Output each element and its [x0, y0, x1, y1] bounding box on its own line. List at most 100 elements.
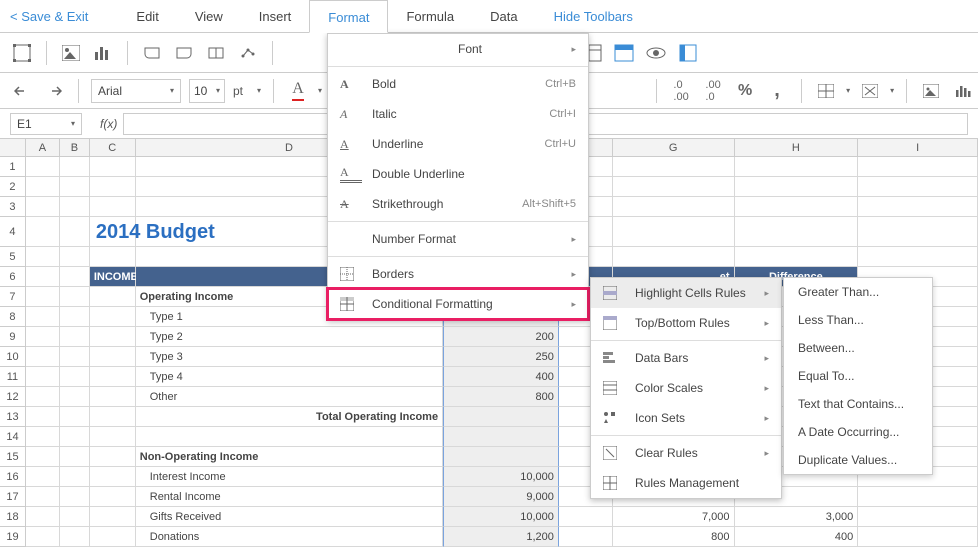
- menu-data[interactable]: Data: [472, 0, 535, 33]
- font-family-select[interactable]: Arial▾: [91, 79, 181, 103]
- hl-less-than[interactable]: Less Than...: [784, 306, 932, 334]
- cell[interactable]: Interest Income: [136, 467, 443, 487]
- row-header[interactable]: 3: [0, 197, 26, 217]
- cell[interactable]: Donations: [136, 527, 443, 547]
- hl-equal-to[interactable]: Equal To...: [784, 362, 932, 390]
- decimal-add-icon[interactable]: .0.00: [669, 79, 693, 103]
- cell[interactable]: [60, 467, 90, 487]
- cell[interactable]: [60, 287, 90, 307]
- hl-duplicate-values[interactable]: Duplicate Values...: [784, 446, 932, 474]
- cell[interactable]: [90, 507, 136, 527]
- cell[interactable]: [26, 307, 60, 327]
- cell[interactable]: [60, 507, 90, 527]
- cell[interactable]: [559, 527, 613, 547]
- cell[interactable]: 10,000: [443, 467, 559, 487]
- cf-highlight-rules[interactable]: Highlight Cells Rules▸: [591, 278, 781, 308]
- cell[interactable]: [559, 507, 613, 527]
- cell[interactable]: [60, 347, 90, 367]
- cell[interactable]: Gifts Received: [136, 507, 443, 527]
- cell[interactable]: 3,000: [735, 507, 859, 527]
- cf-icon-sets[interactable]: Icon Sets▸: [591, 403, 781, 433]
- merge-right-icon[interactable]: [172, 41, 196, 65]
- cell[interactable]: [90, 467, 136, 487]
- cell[interactable]: [858, 157, 978, 177]
- row-header[interactable]: 7: [0, 287, 26, 307]
- image-icon[interactable]: [59, 41, 83, 65]
- menu-borders[interactable]: Borders▸: [328, 259, 588, 289]
- row-header[interactable]: 11: [0, 367, 26, 387]
- sparkline-icon[interactable]: [236, 41, 260, 65]
- cell[interactable]: [60, 307, 90, 327]
- cell[interactable]: [90, 527, 136, 547]
- cell[interactable]: [26, 177, 60, 197]
- cell[interactable]: 400: [443, 367, 559, 387]
- cell[interactable]: 400: [735, 527, 859, 547]
- cell[interactable]: [858, 507, 978, 527]
- cell[interactable]: [735, 157, 859, 177]
- row-header[interactable]: 13: [0, 407, 26, 427]
- row-header[interactable]: 1: [0, 157, 26, 177]
- row-header[interactable]: 9: [0, 327, 26, 347]
- cell[interactable]: Other: [136, 387, 443, 407]
- row-header[interactable]: 16: [0, 467, 26, 487]
- font-size-select[interactable]: 10▾: [189, 79, 225, 103]
- cell[interactable]: [60, 427, 90, 447]
- cell[interactable]: [735, 197, 859, 217]
- menu-number-format[interactable]: Number Format▸: [328, 224, 588, 254]
- cell[interactable]: [90, 487, 136, 507]
- cf-color-scales[interactable]: Color Scales▸: [591, 373, 781, 403]
- cell[interactable]: [26, 157, 60, 177]
- merge-center-icon[interactable]: [204, 41, 228, 65]
- cell[interactable]: [90, 427, 136, 447]
- row-header[interactable]: 18: [0, 507, 26, 527]
- chart2-icon[interactable]: [951, 79, 975, 103]
- cf-rules-management[interactable]: Rules Management: [591, 468, 781, 498]
- cell[interactable]: [60, 487, 90, 507]
- row-header[interactable]: 14: [0, 427, 26, 447]
- cell[interactable]: 250: [443, 347, 559, 367]
- cell[interactable]: [26, 527, 60, 547]
- cell[interactable]: 9,000: [443, 487, 559, 507]
- col-header[interactable]: C: [90, 139, 136, 157]
- cell[interactable]: [26, 447, 60, 467]
- cell[interactable]: [735, 247, 859, 267]
- cell[interactable]: [90, 407, 136, 427]
- cell[interactable]: [858, 217, 978, 247]
- row-header[interactable]: 6: [0, 267, 26, 287]
- menu-edit[interactable]: Edit: [118, 0, 176, 33]
- font-color-icon[interactable]: A: [286, 79, 310, 103]
- row-header[interactable]: 15: [0, 447, 26, 467]
- cell[interactable]: [26, 367, 60, 387]
- select-all-icon[interactable]: [10, 41, 34, 65]
- menu-strikethrough[interactable]: AStrikethroughAlt+Shift+5: [328, 189, 588, 219]
- cell[interactable]: [26, 427, 60, 447]
- menu-formula[interactable]: Formula: [388, 0, 472, 33]
- menu-double-underline[interactable]: ADouble Underline: [328, 159, 588, 189]
- cell[interactable]: [735, 177, 859, 197]
- cell[interactable]: [26, 217, 60, 247]
- cell[interactable]: [90, 367, 136, 387]
- cell[interactable]: 7,000: [613, 507, 735, 527]
- cell[interactable]: [26, 327, 60, 347]
- comma-icon[interactable]: ,: [765, 79, 789, 103]
- cell[interactable]: Non-Operating Income: [136, 447, 443, 467]
- cell[interactable]: [90, 447, 136, 467]
- row-header[interactable]: 2: [0, 177, 26, 197]
- cell[interactable]: [60, 447, 90, 467]
- view-icon[interactable]: [644, 41, 668, 65]
- cell[interactable]: [90, 347, 136, 367]
- cell[interactable]: [60, 527, 90, 547]
- cell-reference-select[interactable]: E1▾: [10, 113, 82, 135]
- col-header[interactable]: A: [26, 139, 60, 157]
- image2-icon[interactable]: [919, 79, 943, 103]
- cell[interactable]: [613, 217, 735, 247]
- hl-date-occurring[interactable]: A Date Occurring...: [784, 418, 932, 446]
- undo-icon[interactable]: [10, 79, 34, 103]
- cell[interactable]: Type 3: [136, 347, 443, 367]
- cell[interactable]: [613, 157, 735, 177]
- cell[interactable]: [90, 287, 136, 307]
- row-header[interactable]: 19: [0, 527, 26, 547]
- cell[interactable]: [60, 157, 90, 177]
- cf-data-bars[interactable]: Data Bars▸: [591, 343, 781, 373]
- menu-insert[interactable]: Insert: [241, 0, 310, 33]
